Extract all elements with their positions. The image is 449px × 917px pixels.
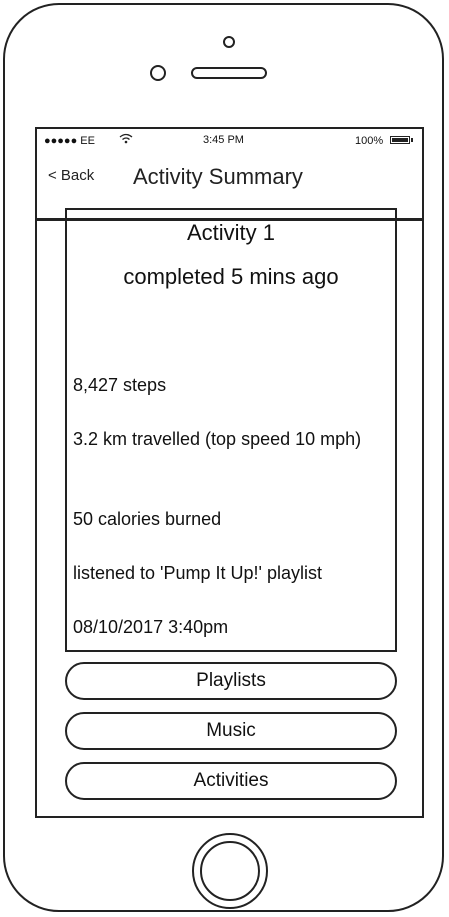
phone-screen: ●●●●● EE 3:45 PM 100% < Back Activity Su… xyxy=(35,127,424,818)
home-button-ring xyxy=(200,841,260,901)
status-bar: ●●●●● EE 3:45 PM 100% xyxy=(37,129,422,151)
activity-title: Activity 1 xyxy=(186,220,276,245)
activities-button[interactable]: Activities xyxy=(65,762,397,800)
page-title: Activity Summary xyxy=(133,164,303,189)
back-button[interactable]: < Back xyxy=(48,167,94,184)
distance-stat: 3.2 km travelled (top speed 10 mph) xyxy=(73,429,362,449)
phone-frame: ●●●●● EE 3:45 PM 100% < Back Activity Su… xyxy=(3,3,444,912)
status-time: 3:45 PM xyxy=(203,134,244,146)
proximity-sensor xyxy=(150,65,166,81)
front-camera xyxy=(223,36,235,48)
navigation-bar: < Back Activity Summary xyxy=(37,153,422,221)
playlist-stat: listened to 'Pump It Up!' playlist xyxy=(73,563,322,583)
activity-completed-time: completed 5 mins ago xyxy=(123,264,339,289)
music-button[interactable]: Music xyxy=(65,712,397,750)
home-button[interactable] xyxy=(192,833,268,909)
steps-stat: 8,427 steps xyxy=(73,375,167,395)
earpiece-speaker xyxy=(191,67,267,79)
carrier-label: ●●●●● EE xyxy=(44,135,95,147)
battery-tip xyxy=(411,138,413,142)
activity-summary-card: Activity 1 completed 5 mins ago 8,427 st… xyxy=(65,208,397,652)
activity-datetime: 08/10/2017 3:40pm xyxy=(73,617,229,637)
playlists-button[interactable]: Playlists xyxy=(65,662,397,700)
calories-stat: 50 calories burned xyxy=(73,509,222,529)
wifi-icon xyxy=(119,133,133,147)
battery-percent: 100% xyxy=(355,135,384,147)
battery-icon xyxy=(390,136,410,144)
